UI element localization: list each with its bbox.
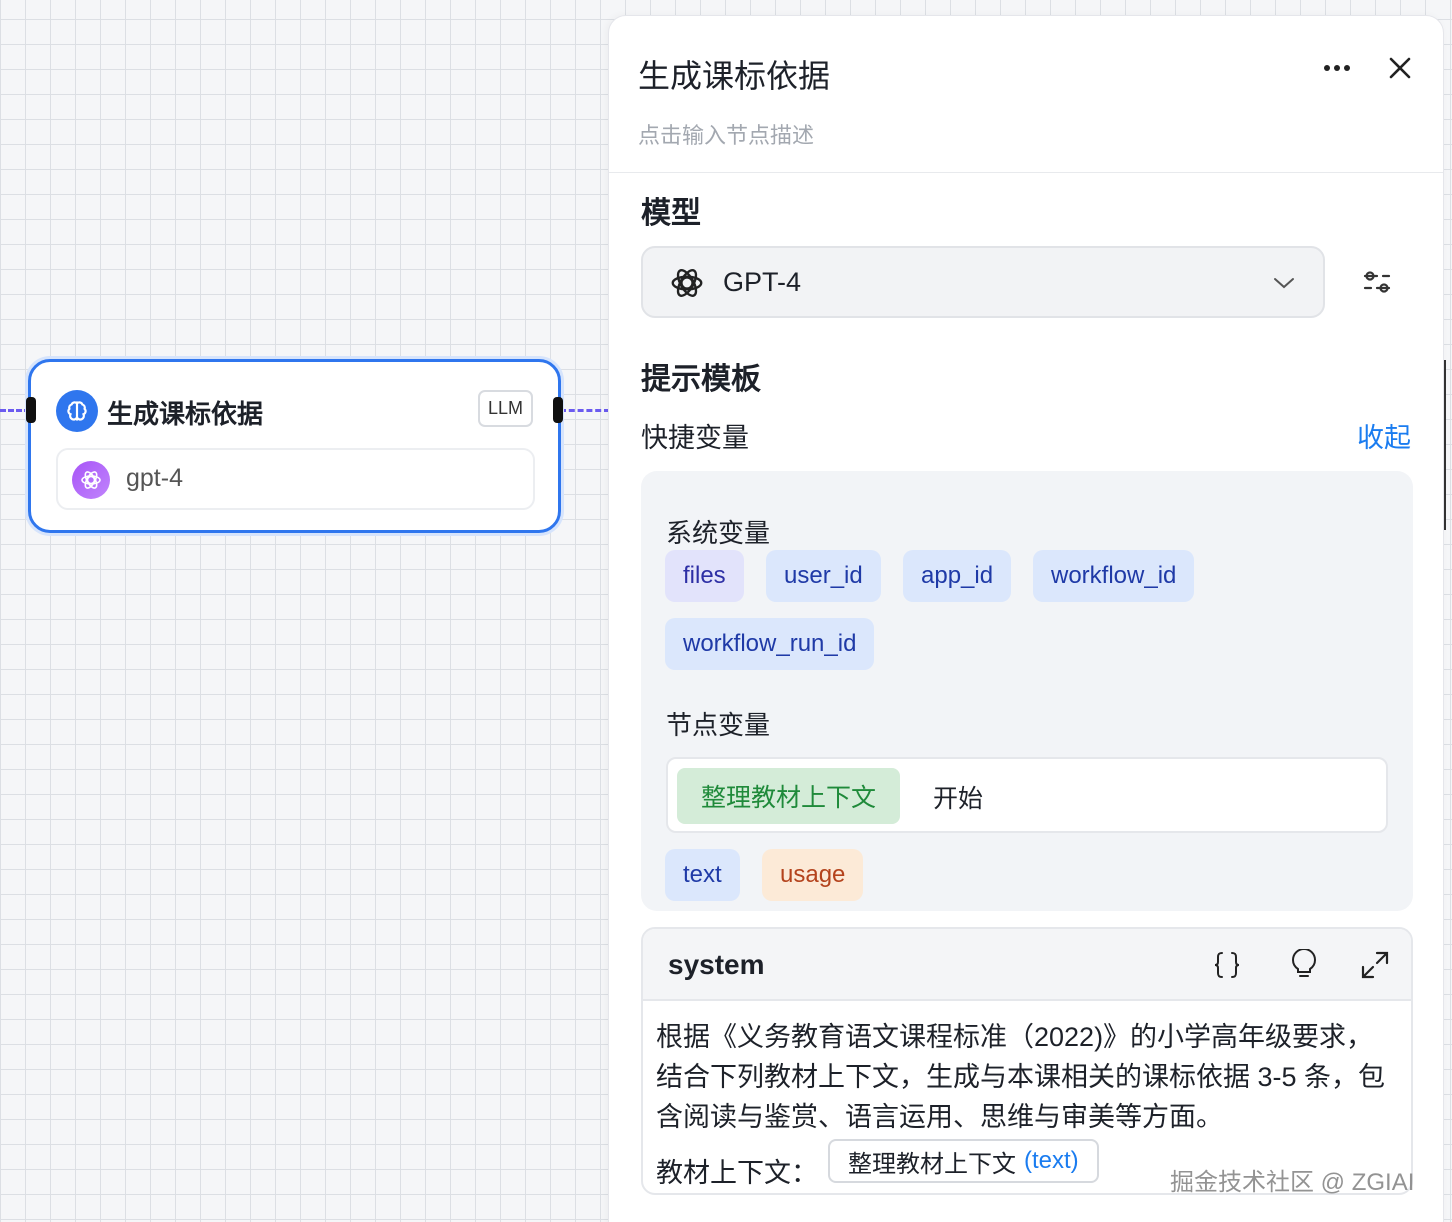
model-params-icon[interactable] <box>1361 266 1393 298</box>
system-prompt-header: system <box>643 929 1411 1001</box>
prompt-section-label: 提示模板 <box>641 363 761 396</box>
shortcut-vars-label: 快捷变量 <box>641 423 749 453</box>
model-select[interactable]: GPT-4 <box>641 246 1325 318</box>
node-model-label: gpt-4 <box>126 464 183 492</box>
system-vars-heading: 系统变量 <box>666 518 771 548</box>
node-input-handle[interactable] <box>26 397 36 423</box>
watermark: 掘金技术社区 @ ZGIAI <box>1170 1169 1415 1196</box>
selected-model-label: GPT-4 <box>723 267 802 297</box>
chevron-down-icon <box>1271 270 1297 296</box>
panel-title[interactable]: 生成课标依据 <box>638 51 830 97</box>
tab-organize-context[interactable]: 整理教材上下文 <box>677 768 901 824</box>
context-var-type: (text) <box>1024 1147 1079 1174</box>
node-type-badge: LLM <box>477 390 533 427</box>
openai-icon <box>72 461 110 499</box>
variables-box: 系统变量 files user_id app_id workflow_id wo… <box>641 471 1413 911</box>
context-label: 教材上下文： <box>656 1158 818 1188</box>
tab-start[interactable]: 开始 <box>933 779 983 815</box>
system-prompt-text[interactable]: 根据《义务教育语文课程标准（2022)》的小学高年级要求，结合下列教材上下文，生… <box>656 1017 1396 1137</box>
lightbulb-icon[interactable] <box>1286 947 1322 983</box>
header-divider <box>609 172 1443 173</box>
var-chip-user-id[interactable]: user_id <box>766 550 881 602</box>
var-chip-app-id[interactable]: app_id <box>903 550 1012 602</box>
var-chip-workflow-id[interactable]: workflow_id <box>1033 550 1195 602</box>
edge-out <box>560 409 610 412</box>
node-output-handle[interactable] <box>553 397 563 423</box>
openai-icon <box>667 263 707 303</box>
var-chip-files[interactable]: files <box>665 550 744 602</box>
node-model-row[interactable]: gpt-4 <box>56 448 535 510</box>
system-prompt-title: system <box>668 949 765 980</box>
var-chip-text[interactable]: text <box>665 849 740 901</box>
context-variable-chip[interactable]: 整理教材上下文 (text) <box>828 1139 1099 1183</box>
model-section-label: 模型 <box>641 197 701 230</box>
collapse-link[interactable]: 收起 <box>1357 416 1411 455</box>
node-settings-panel: 生成课标依据 点击输入节点描述 模型 GPT-4 提示模板 快捷变量 收起 系统… <box>608 15 1444 1222</box>
context-var-name: 整理教材上下文 <box>848 1150 1016 1178</box>
var-chip-workflow-run-id[interactable]: workflow_run_id <box>665 618 875 670</box>
braces-icon[interactable] <box>1209 947 1245 983</box>
brain-icon <box>56 390 98 432</box>
node-vars-heading: 节点变量 <box>666 710 771 740</box>
llm-node[interactable]: 生成课标依据 LLM gpt-4 <box>28 359 561 533</box>
close-icon[interactable] <box>1386 54 1414 82</box>
node-description-input[interactable]: 点击输入节点描述 <box>638 118 814 150</box>
more-options-icon[interactable] <box>1322 58 1352 78</box>
node-vars-tabs: 整理教材上下文 开始 <box>666 757 1388 833</box>
node-title: 生成课标依据 <box>107 399 264 429</box>
system-prompt-editor: system 根据《义务教育语文课程标准（2022)》的小学高年级要求，结合下列… <box>641 927 1413 1195</box>
expand-icon[interactable] <box>1357 947 1393 983</box>
adjacent-node-edge <box>1444 360 1452 530</box>
var-chip-usage[interactable]: usage <box>762 849 864 901</box>
